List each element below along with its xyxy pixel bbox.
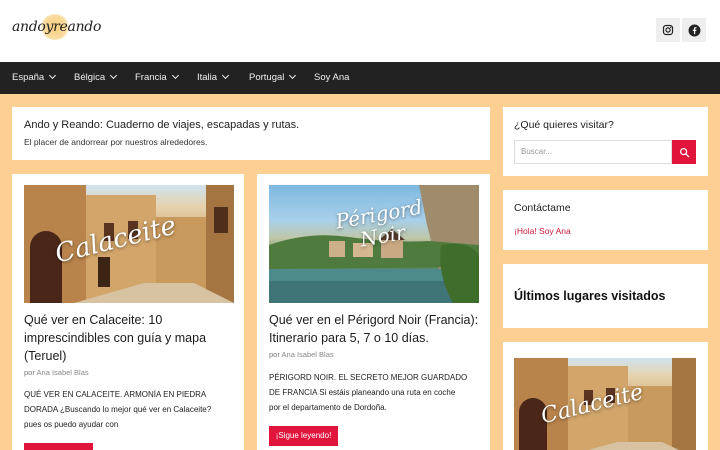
search-icon (679, 147, 689, 157)
recent-places-title: Últimos lugares visitados (514, 289, 666, 303)
recent-post-thumbnail[interactable]: Calaceite (514, 358, 696, 450)
contact-link[interactable]: ¡Hola! Soy Ana (514, 226, 571, 236)
facebook-icon (688, 24, 700, 36)
site-description: El placer de andorrear por nuestros alre… (24, 137, 208, 147)
site-header: andoyreando (0, 0, 720, 62)
nav-label: Soy Ana (314, 72, 350, 83)
recent-post-widget: Calaceite (503, 342, 708, 450)
post-excerpt: PÉRIGORD NOIR. EL SECRETO MEJOR GUARDADO… (269, 370, 467, 415)
contact-widget: Contáctame ¡Hola! Soy Ana (503, 190, 708, 250)
chevron-down-icon (222, 71, 230, 80)
nav-label: Bélgica (74, 72, 106, 83)
instagram-icon (662, 24, 674, 36)
search-input[interactable]: Buscar... (514, 140, 672, 164)
search-widget: ¿Qué quieres visitar? Buscar... (503, 107, 708, 176)
nav-item-portugal[interactable]: Portugal (249, 62, 297, 94)
chevron-down-icon (110, 71, 118, 80)
search-button[interactable] (672, 140, 696, 164)
nav-item-francia[interactable]: Francia (135, 62, 179, 94)
logo-text: andoyreando (12, 19, 102, 35)
chevron-down-icon (171, 71, 179, 80)
post-byline: por Ana Isabel Blas (24, 368, 89, 377)
post-thumbnail-perigord[interactable]: Périgord Noir (269, 185, 479, 303)
excerpt-line: por el departamento de Dordoña. (269, 403, 387, 412)
post-thumbnail-calaceite[interactable]: Calaceite (24, 185, 234, 303)
post-title-line: Qué ver en Calaceite: 10 (24, 313, 163, 327)
site-title: Ando y Reando: Cuaderno de viajes, escap… (24, 119, 300, 131)
nav-label: Francia (135, 72, 167, 83)
search-widget-title: ¿Qué quieres visitar? (514, 119, 614, 131)
nav-label: España (12, 72, 45, 83)
post-title-line: Qué ver en el Périgord Noir (Francia): (269, 313, 479, 327)
contact-widget-title: Contáctame (514, 202, 571, 214)
nav-item-italia[interactable]: Italia (197, 62, 230, 94)
read-more-button[interactable]: ¡Sigue leyendo! (269, 426, 338, 446)
excerpt-line: DORADA ¿Buscando lo mejor qué ver en Cal… (24, 405, 212, 414)
author-link[interactable]: Ana Isabel Blas (282, 350, 334, 359)
post-byline: por Ana Isabel Blas (269, 350, 334, 359)
nav-item-belgica[interactable]: Bélgica (74, 62, 118, 94)
excerpt-line: DE FRANCIA Si estáis planeando una ruta … (269, 388, 456, 397)
byline-prefix: por (24, 368, 35, 377)
site-logo[interactable]: andoyreando (12, 14, 101, 44)
nav-item-espana[interactable]: España (12, 62, 57, 94)
nav-label: Italia (197, 72, 218, 83)
nav-item-soy-ana[interactable]: Soy Ana (314, 62, 349, 94)
author-link[interactable]: Ana Isabel Blas (37, 368, 89, 377)
post-title-link[interactable]: Qué ver en Calaceite: 10 imprescindibles… (24, 311, 206, 365)
post-excerpt: QUÉ VER EN CALACEITE. ARMONÍA EN PIEDRA … (24, 387, 211, 432)
nav-label: Portugal (249, 72, 285, 83)
recent-places-widget: Últimos lugares visitados (503, 264, 708, 328)
post-title-line: imprescindibles con guía y mapa (24, 331, 207, 345)
instagram-button[interactable] (656, 18, 680, 42)
site-intro-box: Ando y Reando: Cuaderno de viajes, escap… (12, 107, 490, 160)
post-title-line: (Teruel) (24, 349, 67, 363)
post-title-link[interactable]: Qué ver en el Périgord Noir (Francia): I… (269, 311, 478, 347)
chevron-down-icon (289, 71, 297, 80)
excerpt-line: pues os puedo ayudar con (24, 420, 119, 429)
main-navigation: España Bélgica Francia Italia Portugal S… (0, 62, 720, 94)
byline-prefix: por (269, 350, 280, 359)
read-more-button[interactable] (24, 443, 93, 450)
chevron-down-icon (49, 71, 57, 80)
post-title-line: Itinerario para 5, 7 o 10 días. (269, 331, 429, 345)
excerpt-line: PÉRIGORD NOIR. EL SECRETO MEJOR GUARDADO (269, 373, 468, 382)
excerpt-line: QUÉ VER EN CALACEITE. ARMONÍA EN PIEDRA (24, 390, 207, 399)
facebook-button[interactable] (682, 18, 706, 42)
post-card: Calaceite Qué ver en Calaceite: 10 impre… (12, 174, 244, 450)
post-card: Périgord Noir Qué ver en el Périgord Noi… (257, 174, 490, 450)
